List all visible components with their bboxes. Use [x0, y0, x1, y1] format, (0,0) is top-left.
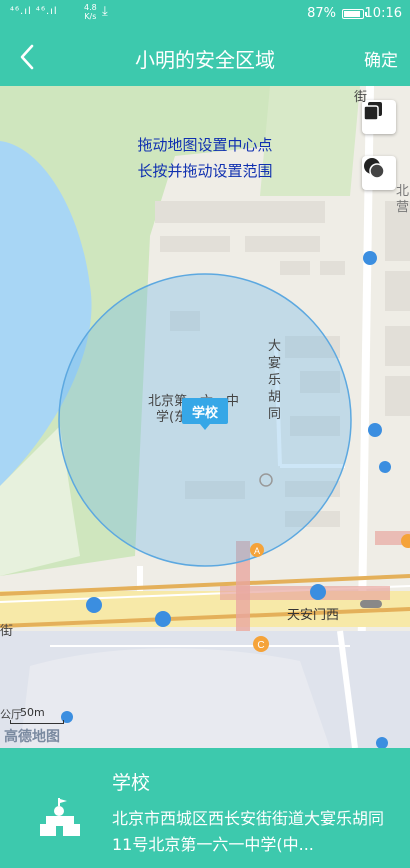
svg-text:C: C: [257, 640, 264, 651]
map-scale: 50m: [20, 706, 45, 719]
confirm-button[interactable]: 确定: [364, 46, 398, 71]
network-speed: 4.8 K/s: [84, 3, 97, 21]
map-style-button[interactable]: [362, 156, 396, 190]
page-title: 小明的安全区域: [135, 48, 275, 72]
app-header: 小明的安全区域 确定: [0, 28, 410, 86]
svg-text:A: A: [254, 546, 260, 556]
street-label-vertical: 大宴乐胡同: [268, 339, 282, 422]
map-view[interactable]: A C 拖动地图设置中心点 长按并拖动设置范围 北京第一六一中 学(东) 大宴乐…: [0, 86, 410, 748]
download-icon: ⤓: [102, 4, 108, 19]
status-bar: ⁴⁶.ıl ⁴⁶.ıl 4.8 K/s ⤓ 87% 10:16: [0, 0, 410, 28]
area-label-right: 北 营: [396, 184, 410, 215]
clock: 10:16: [364, 6, 402, 21]
map-layers-button[interactable]: [362, 100, 396, 134]
map-hint: 拖动地图设置中心点 长按并拖动设置范围: [137, 136, 273, 180]
street-label-topright: 街: [354, 90, 368, 105]
street-label-main: 天安门西: [287, 608, 340, 623]
signal-icon: ⁴⁶.ıl ⁴⁶.ıl: [10, 6, 58, 17]
battery-icon: [342, 9, 367, 19]
location-name: 学校: [112, 772, 151, 794]
school-icon: [40, 798, 80, 836]
overlay-circles-icon: [364, 158, 385, 179]
battery-percent: 87%: [307, 6, 336, 21]
location-address: 北京市西城区西长安街街道大宴乐胡同11号北京第一六一中学(中...: [112, 809, 385, 854]
map-scale-bar: [10, 720, 64, 724]
location-info-panel: 学校 北京市西城区西长安街街道大宴乐胡同11号北京第一六一中学(中...: [0, 748, 410, 868]
school-marker[interactable]: 学校: [182, 398, 228, 430]
street-label-left: 街: [0, 624, 14, 639]
map-logo: 高德地图: [4, 729, 60, 745]
